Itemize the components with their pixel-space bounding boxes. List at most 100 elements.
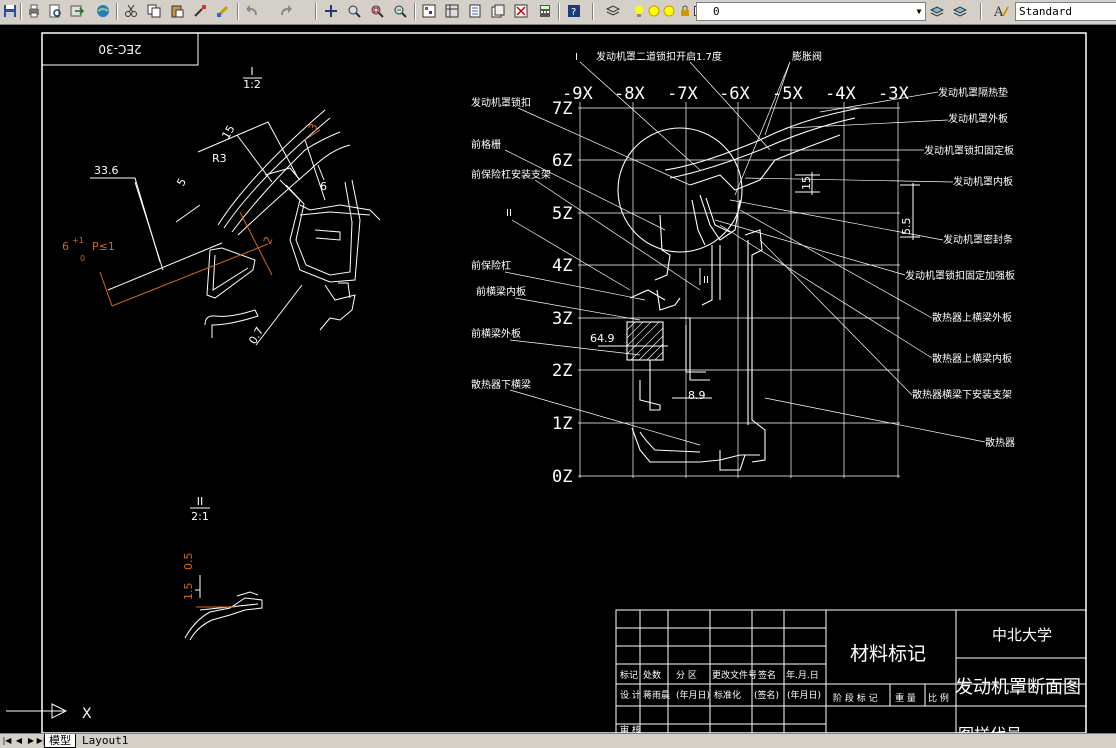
callout-label: 膨胀阀 — [792, 50, 822, 63]
callout-label: 散热器 — [985, 436, 1015, 449]
svg-text:A: A — [993, 5, 1004, 18]
layer-state-icon[interactable] — [928, 2, 946, 20]
first-tab-icon[interactable]: |◀ — [2, 735, 12, 746]
3d-dwf-icon[interactable] — [94, 2, 112, 20]
callout-label: 发动机罩锁扣固定板 — [924, 144, 1014, 157]
print-icon[interactable] — [25, 2, 43, 20]
tolerance-value: 6 — [62, 240, 69, 253]
calculator-icon[interactable] — [536, 2, 554, 20]
tb-cell: 标记 — [620, 669, 638, 681]
cut-icon[interactable] — [122, 2, 140, 20]
next-tab-icon[interactable]: ▶ — [26, 735, 36, 746]
plot-preview-icon[interactable] — [46, 2, 64, 20]
text-style-icon[interactable]: A — [992, 2, 1010, 20]
dim-33-6: 33.6 — [94, 164, 119, 177]
dim-8-9: 8.9 — [688, 389, 706, 402]
tb-cell: 处数 — [643, 669, 661, 681]
tb-cell: (签名) — [754, 689, 779, 701]
section-1-number: I — [250, 65, 253, 78]
callout-label: 发动机罩锁扣固定加强板 — [905, 269, 1015, 282]
tb-cell: 更改文件号 — [712, 669, 757, 681]
tab-layout1[interactable]: Layout1 — [78, 734, 132, 747]
callout-label: 散热器横梁下安装支架 — [912, 388, 1012, 401]
text-style-name: Standard — [1019, 5, 1072, 18]
sheet-set-icon[interactable] — [489, 2, 507, 20]
publish-icon[interactable] — [68, 2, 86, 20]
grid-z-label: 6Z — [552, 151, 572, 171]
zoom-realtime-icon[interactable] — [345, 2, 363, 20]
tb-cell: 重 量 — [895, 692, 916, 704]
callout-label: 发动机罩隔热垫 — [938, 86, 1008, 99]
callout-label: 前格栅 — [471, 138, 501, 151]
paste-icon[interactable] — [168, 2, 186, 20]
tb-cell: 分 区 — [676, 670, 697, 681]
tb-cell: 签名 — [758, 669, 776, 681]
tolerance-lower: 0 — [80, 254, 85, 263]
tb-cell: 设 计 — [620, 689, 641, 701]
grid-z-label: 5Z — [552, 204, 572, 224]
design-center-icon[interactable] — [443, 2, 461, 20]
callout-label: 发动机罩密封条 — [943, 233, 1013, 246]
material-label: 材料标记 — [850, 643, 926, 665]
university-name: 中北大学 — [992, 626, 1052, 644]
callout-label: 发动机罩外板 — [948, 112, 1008, 125]
dim-1-5: 1.5 — [182, 583, 195, 601]
layer-manager-icon[interactable] — [604, 2, 622, 20]
properties-icon[interactable] — [420, 2, 438, 20]
title-box-text: 2EC-30 — [98, 42, 141, 56]
grid-z-label: 7Z — [552, 99, 572, 119]
callout-label: 前横梁外板 — [471, 327, 521, 340]
tool-palettes-icon[interactable] — [466, 2, 484, 20]
tab-model[interactable]: 模型 — [44, 734, 76, 748]
callout-label: 散热器上横梁内板 — [932, 352, 1012, 365]
grid-x-label: -7X — [667, 84, 698, 104]
section-2-scale: 2:1 — [191, 510, 209, 523]
grid-z-label: 3Z — [552, 309, 572, 329]
grid-x-label: -6X — [719, 84, 750, 104]
callout-label: 散热器上横梁外板 — [932, 311, 1012, 324]
svg-text:?: ? — [571, 7, 576, 18]
text-style-dropdown[interactable]: Standard — [1015, 2, 1116, 21]
zoom-window-icon[interactable] — [368, 2, 386, 20]
help-icon[interactable]: ? — [565, 2, 583, 20]
section-2-number: II — [197, 495, 204, 508]
grid-x-label: -4X — [825, 84, 856, 104]
copy-icon[interactable] — [145, 2, 163, 20]
ucs-x-label: X — [82, 706, 92, 722]
tb-cell: 蒋雨晨 — [643, 689, 670, 701]
save-icon[interactable] — [1, 2, 19, 20]
model-space-canvas[interactable]: 2EC-30 I 1:2 6 +1 0 P≤1 2 3 33.6 15 R3 5… — [0, 25, 1116, 733]
callout-label: 发动机罩内板 — [953, 175, 1013, 188]
tb-cell: 年.月.日 — [786, 669, 819, 681]
dim-64-9: 64.9 — [590, 332, 615, 345]
prev-tab-icon[interactable]: ◀ — [14, 735, 24, 746]
grid-z-label: 1Z — [552, 414, 572, 434]
grid-x-label: -3X — [878, 84, 909, 104]
tb-cell: (年月日) — [787, 689, 821, 701]
match-properties-icon[interactable] — [191, 2, 209, 20]
tb-cell: 标准化 — [714, 689, 741, 701]
standard-toolbar: ? 0 ▼ A Standard — [0, 0, 1116, 25]
dim-6: 6 — [320, 180, 327, 193]
undo-icon[interactable] — [243, 2, 261, 20]
markup-icon[interactable] — [512, 2, 530, 20]
dim-r3: R3 — [212, 152, 227, 165]
callout-label: I — [575, 52, 578, 63]
callout-label: 散热器下横梁 — [471, 378, 531, 391]
grid-z-label: 2Z — [552, 361, 572, 381]
dim-15-main: 15 — [800, 176, 813, 190]
tb-cell: (年月日) — [676, 689, 710, 701]
section-1-scale: 1:2 — [243, 78, 261, 91]
redo-icon[interactable] — [277, 2, 295, 20]
pan-icon[interactable] — [322, 2, 340, 20]
callout-label: 前保险杠安装支架 — [471, 168, 551, 181]
tolerance-upper: +1 — [72, 236, 84, 245]
layer-dropdown[interactable]: 0 ▼ — [696, 2, 926, 21]
tb-cell: 阶 段 标 记 — [833, 692, 878, 704]
section-marker-ii: II — [703, 275, 709, 286]
block-editor-icon[interactable] — [214, 2, 232, 20]
zoom-previous-icon[interactable] — [391, 2, 409, 20]
layer-previous-icon[interactable] — [951, 2, 969, 20]
chevron-down-icon[interactable]: ▼ — [913, 3, 925, 20]
callout-label: 前保险杠 — [471, 259, 511, 272]
